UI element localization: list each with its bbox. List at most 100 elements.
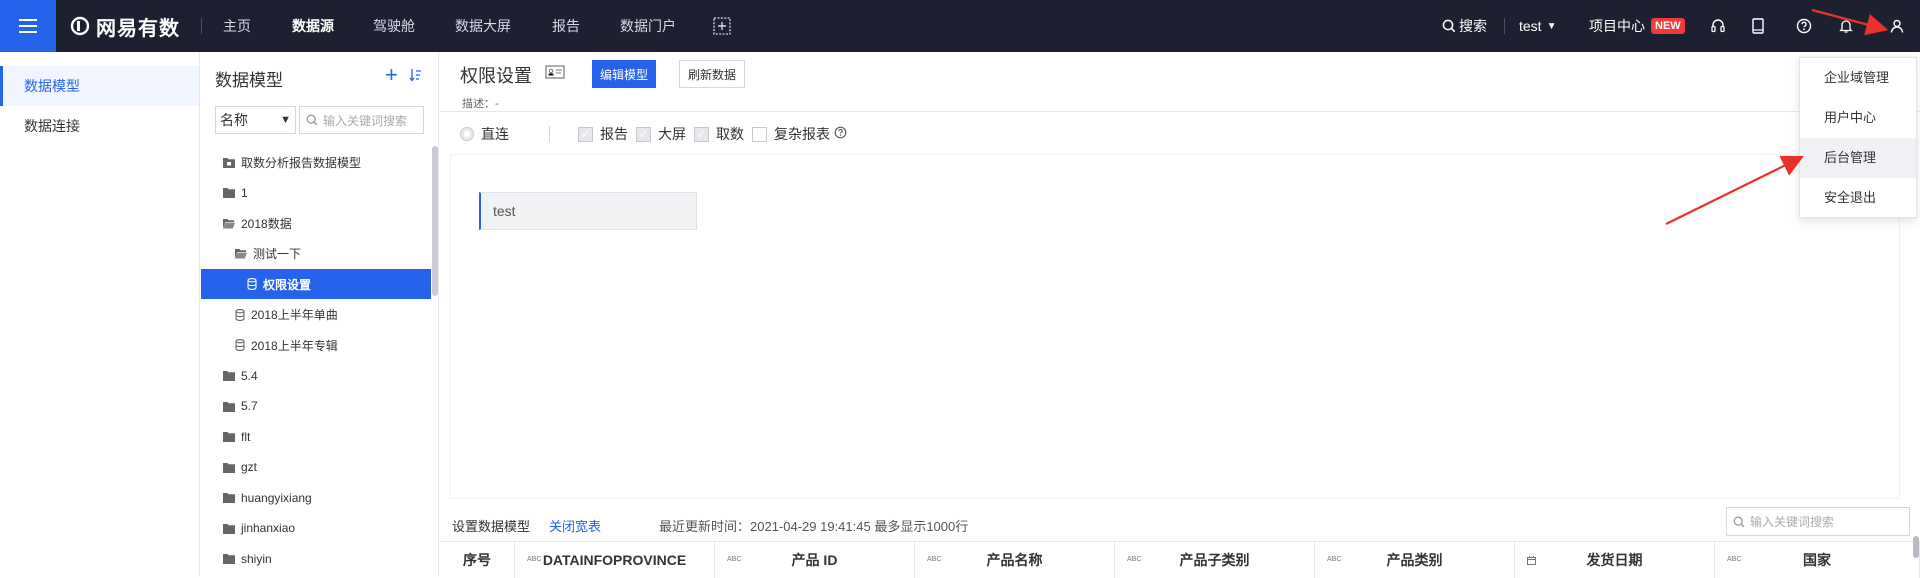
hamburger-icon xyxy=(19,19,37,33)
folder-icon xyxy=(223,431,235,442)
tree-scrollbar[interactable] xyxy=(432,146,438,296)
tree-item[interactable]: 2018上半年专辑 xyxy=(201,330,431,360)
menu-item-user-center[interactable]: 用户中心 xyxy=(1800,98,1916,138)
tree-item[interactable]: 5.4 xyxy=(201,361,431,391)
tree-item[interactable]: 取数分析报告数据模型 xyxy=(201,147,431,177)
complex-report-checkbox[interactable] xyxy=(752,126,767,142)
tree-item-label: 取数分析报告数据模型 xyxy=(241,155,362,170)
preview-search-input[interactable]: 输入关键词搜索 xyxy=(1726,507,1910,536)
tree-item-label: 2018上半年单曲 xyxy=(251,308,338,322)
tree-item-label: gzt xyxy=(241,460,258,474)
refresh-data-button[interactable]: 刷新数据 xyxy=(679,60,745,88)
report-checkbox[interactable]: ✓ xyxy=(578,126,593,142)
sidebar-item-data-model[interactable]: 数据模型 xyxy=(0,66,199,106)
tree-item[interactable]: 2018数据 xyxy=(201,208,431,238)
nav-datasource[interactable]: 数据源 xyxy=(292,0,334,52)
column-header[interactable]: 发货日期 xyxy=(1515,542,1715,578)
menu-toggle-button[interactable] xyxy=(0,0,56,52)
project-center-link[interactable]: 项目中心 NEW xyxy=(1589,0,1685,52)
menu-item-enterprise-admin[interactable]: 企业域管理 xyxy=(1800,58,1916,98)
support-button[interactable] xyxy=(1710,0,1726,52)
column-header-label: 产品 ID xyxy=(791,552,838,568)
search-label: 搜索 xyxy=(1459,18,1487,34)
folder-icon xyxy=(223,401,235,412)
tree-item[interactable]: shiyin xyxy=(201,544,431,574)
column-header-label: 发货日期 xyxy=(1586,552,1643,568)
nav-home[interactable]: 主页 xyxy=(223,0,251,52)
search-placeholder: 输入关键词搜索 xyxy=(323,113,408,128)
user-dropdown-menu: 企业域管理 用户中心 后台管理 安全退出 xyxy=(1799,57,1917,218)
page-title: 权限设置 xyxy=(460,66,532,86)
column-header[interactable]: ABC DATAINFOPROVINCE xyxy=(515,542,715,578)
direct-connect-radio[interactable] xyxy=(460,127,474,141)
left-sidebar: 数据模型 数据连接 xyxy=(0,52,200,577)
tree-item[interactable]: jinhanxiao xyxy=(201,513,431,543)
tree-item-label: 5.7 xyxy=(241,399,258,413)
text-type-icon: ABC xyxy=(727,556,742,563)
tree-item[interactable]: 2018上半年单曲 xyxy=(201,300,431,330)
user-label: test xyxy=(1519,18,1542,34)
column-header[interactable]: ABC 产品 ID xyxy=(715,542,915,578)
text-type-icon: ABC xyxy=(1727,556,1742,563)
nav-bigscreen[interactable]: 数据大屏 xyxy=(455,0,511,52)
nav-portal[interactable]: 数据门户 xyxy=(620,0,676,52)
tree-item[interactable]: 测试一下 xyxy=(201,239,431,269)
nav-cockpit[interactable]: 驾驶舱 xyxy=(373,0,415,52)
tree-item-label: jinhanxiao xyxy=(241,521,296,535)
model-tree-panel: 数据模型 + 名称 ▼ 输入关键词搜索 取数分析报告数据模型 1 2018数据 测试一… xyxy=(201,52,439,577)
help-button[interactable] xyxy=(1796,0,1812,52)
user-switch[interactable]: test ▼ xyxy=(1519,0,1556,52)
set-model-link[interactable]: 设置数据模型 xyxy=(452,516,530,535)
add-tab-button[interactable] xyxy=(713,17,731,35)
brand-logo[interactable]: 网易有数 xyxy=(70,0,180,52)
headset-icon xyxy=(1711,19,1725,33)
sort-button[interactable] xyxy=(409,68,422,85)
tree-item-label: 1 xyxy=(241,185,248,200)
column-header[interactable]: 序号 xyxy=(440,542,515,578)
info-card-button[interactable] xyxy=(545,65,565,82)
folder-icon xyxy=(223,492,235,503)
calendar-icon xyxy=(1527,556,1536,567)
folder-icon xyxy=(223,523,235,534)
column-header-label: 产品类别 xyxy=(1386,552,1443,568)
tree-item[interactable]: 权限设置 xyxy=(201,269,431,299)
search-button[interactable]: 搜索 xyxy=(1442,0,1487,52)
device-button[interactable] xyxy=(1751,0,1765,52)
tree-title: 数据模型 xyxy=(215,71,283,90)
tree-item[interactable]: flt xyxy=(201,422,431,452)
fetch-label: 取数 xyxy=(716,126,744,142)
add-model-button[interactable]: + xyxy=(385,64,398,86)
column-header[interactable]: ABC 国家 xyxy=(1715,542,1920,578)
column-header-label: 产品子类别 xyxy=(1179,552,1250,568)
text-type-icon: ABC xyxy=(527,556,542,563)
help-icon[interactable] xyxy=(834,126,847,142)
tree-item[interactable]: huangyixiang xyxy=(201,483,431,513)
tree-item-label: shiyin xyxy=(241,551,272,566)
notification-button[interactable] xyxy=(1838,0,1854,52)
table-scrollbar[interactable] xyxy=(1913,536,1919,558)
edit-model-button[interactable]: 编辑模型 xyxy=(592,60,656,88)
close-wide-table-link[interactable]: 关闭宽表 xyxy=(549,516,601,535)
column-header[interactable]: ABC 产品名称 xyxy=(915,542,1115,578)
model-canvas[interactable]: test xyxy=(450,154,1900,499)
bigscreen-checkbox[interactable]: ✓ xyxy=(636,126,651,142)
tree-search-input[interactable]: 输入关键词搜索 xyxy=(299,106,424,134)
menu-item-logout[interactable]: 安全退出 xyxy=(1800,178,1916,218)
search-icon xyxy=(1442,19,1456,33)
sidebar-item-data-connection[interactable]: 数据连接 xyxy=(0,106,199,146)
nav-report[interactable]: 报告 xyxy=(552,0,580,52)
search-icon xyxy=(1733,516,1745,527)
folder-open-icon xyxy=(235,248,247,259)
tree-item[interactable]: 1 xyxy=(201,178,431,208)
tree-item[interactable]: 5.7 xyxy=(201,391,431,421)
canvas-inner: test xyxy=(450,154,1900,499)
user-menu-button[interactable] xyxy=(1889,0,1905,52)
menu-item-backend-admin[interactable]: 后台管理 xyxy=(1800,138,1916,178)
search-field-select[interactable]: 名称 ▼ xyxy=(215,106,296,134)
column-header[interactable]: ABC 产品子类别 xyxy=(1115,542,1315,578)
column-header[interactable]: ABC 产品类别 xyxy=(1315,542,1515,578)
table-node[interactable]: test xyxy=(479,192,697,230)
fetch-checkbox[interactable]: ✓ xyxy=(694,126,709,142)
model-options: 直连 ✓ 报告 ✓ 大屏 ✓ 取数 复杂报表 xyxy=(460,123,847,145)
tree-item[interactable]: gzt xyxy=(201,452,431,482)
